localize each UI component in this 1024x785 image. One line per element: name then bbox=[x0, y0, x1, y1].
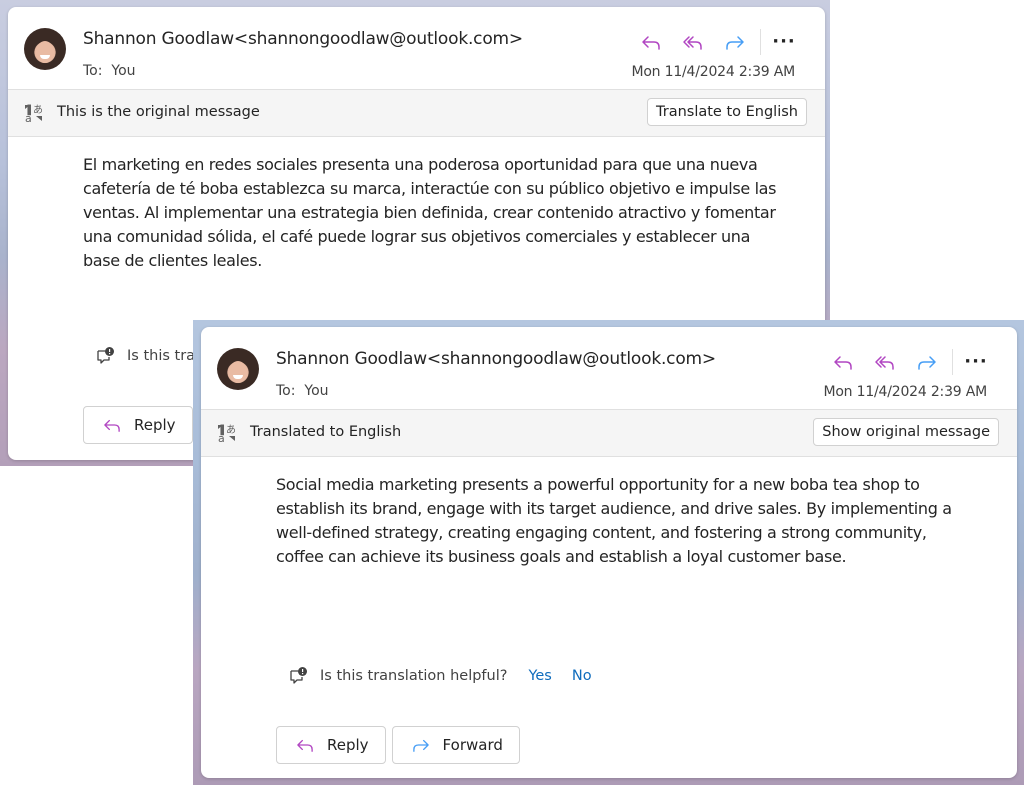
reply-all-button[interactable] bbox=[864, 349, 906, 375]
forward-icon bbox=[726, 36, 744, 50]
more-options-button[interactable]: ··· bbox=[769, 29, 799, 55]
sender-email: <shannongoodlaw@outlook.com> bbox=[426, 349, 716, 369]
forward-button[interactable] bbox=[714, 29, 756, 55]
svg-text:あ: あ bbox=[33, 104, 43, 116]
translation-feedback: Is this translation helpful? Yes No bbox=[288, 665, 592, 687]
translation-status: This is the original message bbox=[57, 104, 260, 120]
feedback-no-link[interactable]: No bbox=[572, 668, 592, 684]
translated-message-window: Shannon Goodlaw<shannongoodlaw@outlook.c… bbox=[193, 320, 1024, 785]
reply-all-button[interactable] bbox=[672, 29, 714, 55]
forward-footer-button[interactable]: Forward bbox=[391, 726, 520, 764]
to-value[interactable]: You bbox=[304, 383, 328, 399]
translation-feedback: Is this tra bbox=[95, 345, 195, 367]
reply-footer-button[interactable]: Reply bbox=[276, 726, 386, 764]
feedback-question: Is this translation helpful? bbox=[320, 668, 508, 684]
sender-name: Shannon Goodlaw bbox=[83, 29, 234, 49]
forward-button[interactable] bbox=[906, 349, 948, 375]
divider bbox=[952, 349, 953, 375]
received-date: Mon 11/4/2024 2:39 AM bbox=[631, 64, 795, 80]
reply-label: Reply bbox=[327, 736, 369, 754]
feedback-yes-link[interactable]: Yes bbox=[528, 668, 551, 684]
message-actions: ··· bbox=[822, 349, 991, 375]
message-header: Shannon Goodlaw<shannongoodlaw@outlook.c… bbox=[201, 327, 1017, 409]
forward-icon bbox=[918, 356, 936, 370]
reply-button[interactable] bbox=[822, 349, 864, 375]
translate-button[interactable]: Translate to English bbox=[647, 98, 807, 126]
to-label: To: bbox=[83, 63, 103, 79]
translate-icon: ▐ あ a bbox=[217, 424, 236, 443]
reply-icon bbox=[104, 419, 120, 432]
translation-bar: ▐ あ a Translated to English Show origina… bbox=[201, 409, 1017, 457]
svg-text:あ: あ bbox=[226, 424, 236, 436]
sender-email: <shannongoodlaw@outlook.com> bbox=[233, 29, 523, 49]
reply-icon bbox=[642, 36, 660, 50]
reply-button[interactable] bbox=[630, 29, 672, 55]
sender[interactable]: Shannon Goodlaw<shannongoodlaw@outlook.c… bbox=[83, 29, 523, 49]
reply-icon bbox=[834, 356, 852, 370]
avatar[interactable] bbox=[24, 28, 66, 70]
more-options-button[interactable]: ··· bbox=[961, 349, 991, 375]
message-body: El marketing en redes sociales presenta … bbox=[83, 155, 777, 270]
show-original-button[interactable]: Show original message bbox=[813, 418, 999, 446]
message-card: Shannon Goodlaw<shannongoodlaw@outlook.c… bbox=[201, 327, 1017, 778]
avatar[interactable] bbox=[217, 348, 259, 390]
recipient-line: To: You bbox=[83, 63, 136, 79]
reply-footer-button[interactable]: Reply bbox=[83, 406, 193, 444]
translate-icon: ▐ あ a bbox=[24, 104, 43, 123]
message-body: Social media marketing presents a powerf… bbox=[276, 475, 952, 566]
reply-all-icon bbox=[683, 36, 702, 50]
to-value[interactable]: You bbox=[111, 63, 135, 79]
feedback-question: Is this tra bbox=[127, 348, 196, 364]
message-footer: Reply Forward bbox=[276, 726, 526, 764]
recipient-line: To: You bbox=[276, 383, 329, 399]
reply-all-icon bbox=[875, 356, 894, 370]
divider bbox=[760, 29, 761, 55]
sender-name: Shannon Goodlaw bbox=[276, 349, 427, 369]
svg-text:a: a bbox=[25, 112, 32, 123]
more-icon: ··· bbox=[964, 351, 988, 372]
sender[interactable]: Shannon Goodlaw<shannongoodlaw@outlook.c… bbox=[276, 349, 716, 369]
reply-icon bbox=[297, 739, 313, 752]
svg-text:a: a bbox=[218, 432, 225, 443]
more-icon: ··· bbox=[772, 31, 796, 52]
translation-bar: ▐ あ a This is the original message Trans… bbox=[8, 89, 825, 137]
to-label: To: bbox=[276, 383, 296, 399]
feedback-icon bbox=[290, 667, 307, 684]
forward-icon bbox=[412, 739, 429, 752]
feedback-icon bbox=[97, 347, 114, 364]
received-date: Mon 11/4/2024 2:39 AM bbox=[823, 384, 987, 400]
forward-label: Forward bbox=[442, 736, 503, 754]
message-header: Shannon Goodlaw<shannongoodlaw@outlook.c… bbox=[8, 7, 825, 89]
translation-status: Translated to English bbox=[250, 424, 402, 440]
reply-label: Reply bbox=[134, 416, 176, 434]
message-actions: ··· bbox=[630, 29, 799, 55]
message-footer: Reply bbox=[83, 406, 199, 444]
